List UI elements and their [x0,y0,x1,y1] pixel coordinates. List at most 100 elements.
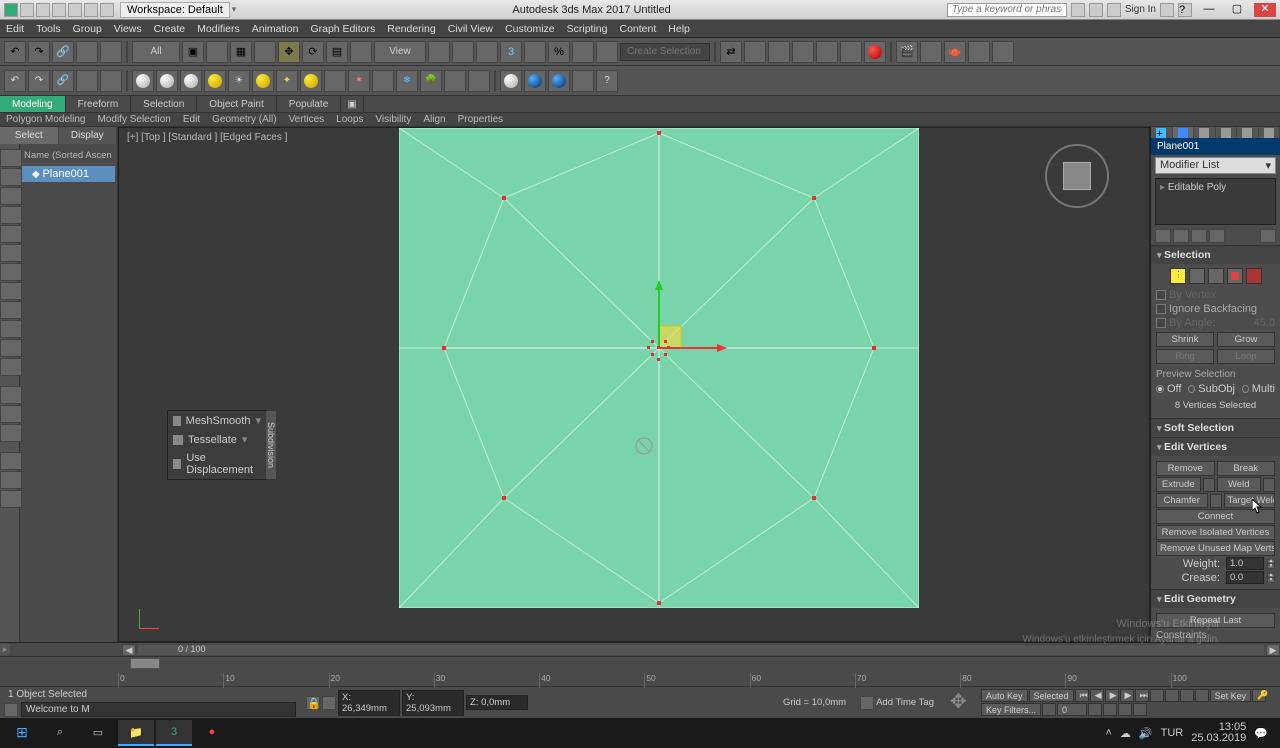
pivot-button[interactable] [428,41,450,63]
tab-freeform[interactable]: Freeform [66,96,132,112]
repeat-last-button[interactable]: Repeat Last [1156,613,1275,628]
rib-sys5[interactable]: 🌳 [420,70,442,92]
break-button[interactable]: Break [1217,461,1276,476]
sub-modsel[interactable]: Modify Selection [92,113,177,126]
tray-notifications-icon[interactable]: 💬 [1254,727,1268,740]
scene-tab-select[interactable]: Select [0,127,59,144]
abs-rel-icon[interactable] [322,696,336,710]
se-tool-2[interactable] [0,168,22,186]
rib-sys7[interactable] [468,70,490,92]
sub-polymodel[interactable]: Polygon Modeling [0,113,92,126]
se-tool-16[interactable] [0,452,22,470]
play-prev[interactable]: ◀ [1090,689,1104,702]
refcoord-dropdown[interactable]: View [374,41,426,63]
rollout-editv[interactable]: Edit Vertices [1151,437,1280,456]
track-left[interactable]: ◀ [122,644,136,656]
se-tool-4[interactable] [0,206,22,224]
track-expand[interactable]: ▸ [0,644,10,655]
help-icon[interactable]: ? [1178,3,1192,17]
subobj-element[interactable] [1246,268,1262,284]
play-start[interactable]: ⏮ [1075,689,1089,702]
rib-sphere3[interactable] [180,70,202,92]
sub-vis[interactable]: Visibility [369,113,417,126]
rib-sys1[interactable] [324,70,346,92]
menu-rendering[interactable]: Rendering [387,23,435,35]
unlink-button[interactable] [76,41,98,63]
se-tool-9[interactable] [0,301,22,319]
weight-spinner[interactable]: ▴▾ [1267,559,1275,569]
taskbar-taskview[interactable]: ▭ [80,720,116,746]
undo-icon[interactable] [68,3,82,17]
tab-toggle[interactable]: ▣ [341,96,363,112]
rib-render5[interactable]: ? [596,70,618,92]
placement-button[interactable] [350,41,372,63]
tray-up-icon[interactable]: ˄ [1105,727,1111,739]
nav-7[interactable] [1118,703,1132,716]
keyfilters-button[interactable]: Key Filters... [981,703,1041,716]
rollout-soft[interactable]: Soft Selection [1151,418,1280,437]
subobj-edge[interactable] [1189,268,1205,284]
timeline[interactable]: 010 2030 4050 6070 8090 100 [0,656,1280,686]
nav-8[interactable] [1133,703,1147,716]
connect-button[interactable]: Connect [1156,509,1275,524]
subobj-vertex[interactable] [1170,268,1186,284]
tray-volume-icon[interactable]: 🔊 [1139,727,1153,740]
select-region-button[interactable]: ▦ [230,41,252,63]
time-tag-icon[interactable] [860,696,874,710]
toggle-ribbon-button[interactable] [792,41,814,63]
stack-config[interactable] [1260,229,1276,243]
rib-light3[interactable]: ✦ [276,70,298,92]
rollout-editg[interactable]: Edit Geometry [1151,589,1280,608]
spinner-snap-button[interactable] [572,41,594,63]
preview-multi-radio[interactable] [1242,385,1249,393]
infocenter-icon[interactable] [1071,3,1085,17]
nav-1[interactable] [1150,689,1164,702]
exchange-icon[interactable] [1160,3,1174,17]
weight-input[interactable]: 1.0 [1226,557,1264,570]
cmd-tab-utilities[interactable] [1259,127,1280,138]
menu-edit[interactable]: Edit [6,23,24,35]
add-time-tag[interactable]: Add Time Tag [876,697,934,708]
percent-snap-button[interactable]: % [548,41,570,63]
tray-cloud-icon[interactable]: ☁ [1120,727,1131,740]
redo-icon[interactable] [84,3,98,17]
rib-sphere4[interactable] [204,70,226,92]
autokey-button[interactable]: Auto Key [981,689,1028,702]
menu-views[interactable]: Views [114,23,142,35]
nav-5[interactable] [1088,703,1102,716]
taskbar-3dsmax[interactable]: 3 [156,720,192,746]
link-button[interactable]: 🔗 [52,41,74,63]
se-tool-14[interactable] [0,405,22,423]
sub-props[interactable]: Properties [452,113,510,126]
viewport-label[interactable]: [+] [Top ] [Standard ] [Edged Faces ] [127,132,287,143]
schematic-button[interactable] [840,41,862,63]
rotate-button[interactable]: ⟳ [302,41,324,63]
maxscript-listener[interactable]: Welcome to M [21,702,296,717]
time-slider[interactable] [130,658,160,669]
redo-button[interactable]: ↷ [28,41,50,63]
menu-scripting[interactable]: Scripting [567,23,608,35]
play-button[interactable]: ▶ [1105,689,1119,702]
crease-spinner[interactable]: ▴▾ [1267,573,1275,583]
layers-button[interactable] [768,41,790,63]
named-selection-input[interactable] [620,43,710,61]
lock-icon[interactable]: 🔒 [306,696,320,710]
weld-settings[interactable] [1263,478,1275,492]
select-object-button[interactable]: ▣ [182,41,204,63]
se-tool-12[interactable] [0,358,22,376]
scale-button[interactable]: ▤ [326,41,348,63]
weld-button[interactable]: Weld [1217,477,1262,492]
render-iterate-button[interactable] [968,41,990,63]
menu-civilview[interactable]: Civil View [448,23,493,35]
menu-content[interactable]: Content [619,23,656,35]
sub-geom[interactable]: Geometry (All) [206,113,282,126]
taskbar-explorer[interactable]: 📁 [118,720,154,746]
tab-objectpaint[interactable]: Object Paint [197,96,276,112]
track-bar[interactable]: ▸ ◀ 0 / 100 ▶ [0,642,1280,656]
rib-light2[interactable] [252,70,274,92]
render-prod-button[interactable]: 🫖 [944,41,966,63]
signin-link[interactable]: Sign In [1125,4,1156,15]
align-button[interactable] [744,41,766,63]
help-search-input[interactable] [947,3,1067,17]
render-a360-button[interactable] [992,41,1014,63]
